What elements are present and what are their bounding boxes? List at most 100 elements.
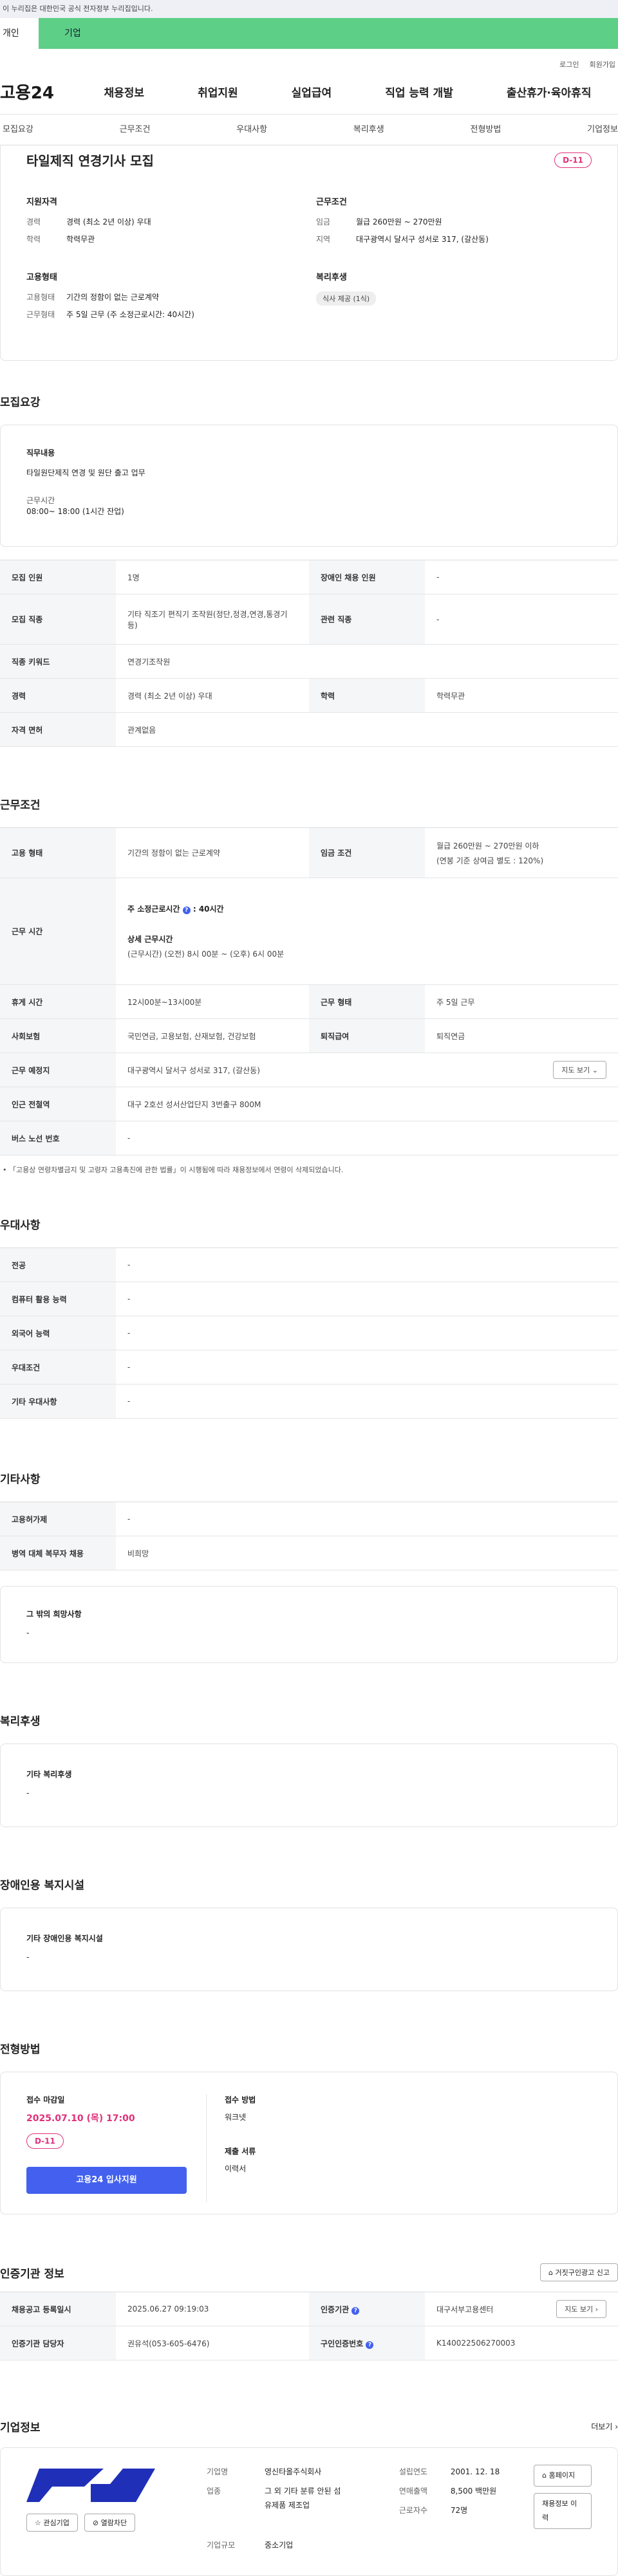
cell: 1명 [116, 560, 309, 594]
cell: 학력무관 [425, 678, 618, 713]
welfare-section-title: 복리후생 [0, 1715, 41, 1728]
cell: 퇴직급여 [309, 1018, 425, 1053]
select-section: 전형방법 접수 마감일 2025.07.10 (목) 17:00 D-11 고용… [0, 2040, 618, 2214]
emp-title: 고용형태 [26, 273, 57, 282]
cell: 국민연금, 고용보험, 산재보험, 건강보험 [116, 1018, 309, 1053]
tab-company[interactable]: 기업 [39, 18, 618, 49]
cell: 병역 대체 복무자 채용 [0, 1536, 116, 1570]
value: 기간의 정함이 없는 근로계약 [66, 293, 159, 302]
label: 근무형태 [26, 310, 55, 319]
cell: 외국어 능력 [0, 1316, 116, 1350]
cell: - [116, 1282, 618, 1316]
cell: 권유석(053-605-6476) [116, 2326, 309, 2360]
map-button[interactable]: 지도 보기 ⌄ [553, 1061, 606, 1079]
deadline-label: 접수 마감일 [26, 2095, 65, 2104]
home-icon: ⌂ [548, 2268, 554, 2277]
gnb-jobs[interactable]: 채용정보 [104, 84, 145, 100]
cell: 직종 키워드 [0, 644, 116, 679]
disab-section: 장애인용 복지시설 기타 장애인용 복지시설 - [0, 1876, 618, 1991]
info-icon[interactable]: ? [182, 906, 191, 914]
label: 경력 [26, 217, 41, 226]
agency-title: 인증기관 정보 [0, 2267, 64, 2281]
docs-value: 이력서 [225, 2164, 247, 2173]
dday-badge-2: D-11 [26, 2133, 64, 2149]
cell: 근무 예정지 [0, 1053, 116, 1087]
block-button[interactable]: ⊘ 열람차단 [84, 2514, 136, 2532]
label: 고용형태 [26, 293, 55, 302]
agency-section: 인증기관 정보 ⌂ 거짓구인광고 신고 채용공고 등록일시 2025.06.27 … [0, 2263, 618, 2360]
snb-select[interactable]: 전형방법 [471, 115, 501, 145]
company-logo [26, 2465, 155, 2506]
info-icon[interactable]: ? [351, 2306, 360, 2315]
cell: 관련 직종 [309, 594, 425, 645]
gnb-leave[interactable]: 출산휴가·육아휴직 [507, 84, 592, 100]
company-title: 기업정보 [0, 2422, 41, 2434]
cell: - [116, 1247, 618, 1282]
cond-title: 근무조건 [316, 198, 347, 207]
gnb-training[interactable]: 직업 능력 개발 [385, 84, 453, 100]
cell: 근무 시간 [0, 878, 116, 985]
cell: 비희망 [116, 1536, 618, 1570]
cell: 주 5일 근무 [425, 984, 618, 1019]
duty-label: 직무내용 [26, 448, 55, 457]
cell: 퇴직연금 [425, 1018, 618, 1053]
welfare-label: 기타 복리후생 [26, 1770, 72, 1779]
snb-pref[interactable]: 우대사항 [236, 115, 267, 145]
pref-title: 우대사항 [0, 1219, 41, 1232]
snb-welfare[interactable]: 복리후생 [353, 115, 384, 145]
duty-card: 직무내용 타일원단제직 연경 및 원단 출고 업무 근무시간 08:00~ 18… [0, 425, 618, 547]
tab-personal[interactable]: 개인 [0, 18, 39, 49]
age-note: • 「고용상 연령차별금지 및 고령자 고용촉진에 관한 법률」이 시행됨에 따… [3, 1166, 344, 1174]
logo[interactable]: 고용24 [0, 80, 77, 104]
gnb-support[interactable]: 취업지원 [198, 84, 238, 100]
value: 그 외 기타 분류 안된 섬유제품 제조업 [265, 2487, 341, 2510]
method-label: 접수 방법 [225, 2095, 256, 2104]
cell: 연경기조작원 [116, 644, 618, 679]
signup-link[interactable]: 회원가입 [590, 59, 615, 69]
snb-company[interactable]: 기업정보 [587, 115, 618, 145]
like-button[interactable]: ☆ 관심기업 [26, 2514, 78, 2532]
value: 72명 [450, 2506, 468, 2515]
hope-card: 그 밖의 희망사항 - [0, 1586, 618, 1663]
global-nav: 고용24 채용정보 취업지원 실업급여 직업 능력 개발 출산휴가·육아휴직 [0, 69, 618, 115]
value: 주 5일 근무 (주 소정근로시간: 40시간) [66, 310, 194, 319]
cell: 우대조건 [0, 1350, 116, 1385]
report-button[interactable]: ⌂ 거짓구인광고 신고 [540, 2263, 618, 2281]
cell: 구인인증번호 ? [309, 2326, 425, 2360]
disab-title: 장애인용 복지시설 [0, 1879, 85, 1892]
hope-value: - [26, 1628, 30, 1637]
recruit-title: 모집요강 [0, 396, 41, 409]
cell: - [116, 1350, 618, 1385]
history-button[interactable]: 채용정보 이력 [534, 2493, 592, 2529]
value: 경력 (최소 2년 이상) 우대 [66, 217, 151, 226]
summary-card: 타일제직 연경기사 모집 D-11 지원자격 경력 경력 (최소 2년 이상) 우… [0, 145, 618, 361]
label: 기업규모 [207, 2541, 236, 2550]
info-icon[interactable]: ? [366, 2341, 374, 2349]
apply-button[interactable]: 고용24 입사지원 [26, 2167, 187, 2194]
more-link[interactable]: 더보기 › [591, 2421, 618, 2432]
cell: 모집 인원 [0, 560, 116, 594]
gnb-benefit[interactable]: 실업급여 [292, 84, 332, 100]
star-icon: ☆ [35, 2519, 41, 2527]
snb-work[interactable]: 근무조건 [120, 115, 151, 145]
label: 기업명 [207, 2467, 229, 2476]
label: 업종 [207, 2487, 221, 2496]
cell: 경력 [0, 678, 116, 713]
value: 2001. 12. 18 [450, 2467, 500, 2476]
cell: 모집 직종 [0, 594, 116, 645]
cell: 학력 [309, 678, 425, 713]
qual-title: 지원자격 [26, 198, 57, 207]
cell: K140022506270003 [425, 2326, 618, 2360]
cell: 경력 (최소 2년 이상) 우대 [116, 678, 309, 713]
snb-recruit[interactable]: 모집요강 [3, 115, 33, 145]
company-logo-icon [26, 2469, 155, 2502]
cell: 휴게 시간 [0, 984, 116, 1019]
homepage-button[interactable]: ⌂ 홈페이지 [534, 2465, 592, 2487]
disab-label: 기타 장애인용 복지시설 [26, 1934, 103, 1943]
agency-map-button[interactable]: 지도 보기 › [556, 2300, 606, 2318]
welfare-section: 복리후생 기타 복리후생 - [0, 1712, 618, 1827]
hope-label: 그 밖의 희망사항 [26, 1610, 82, 1619]
dday-badge: D-11 [554, 152, 592, 168]
cell: 장애인 채용 인원 [309, 560, 425, 594]
login-link[interactable]: 로그인 [559, 59, 579, 69]
